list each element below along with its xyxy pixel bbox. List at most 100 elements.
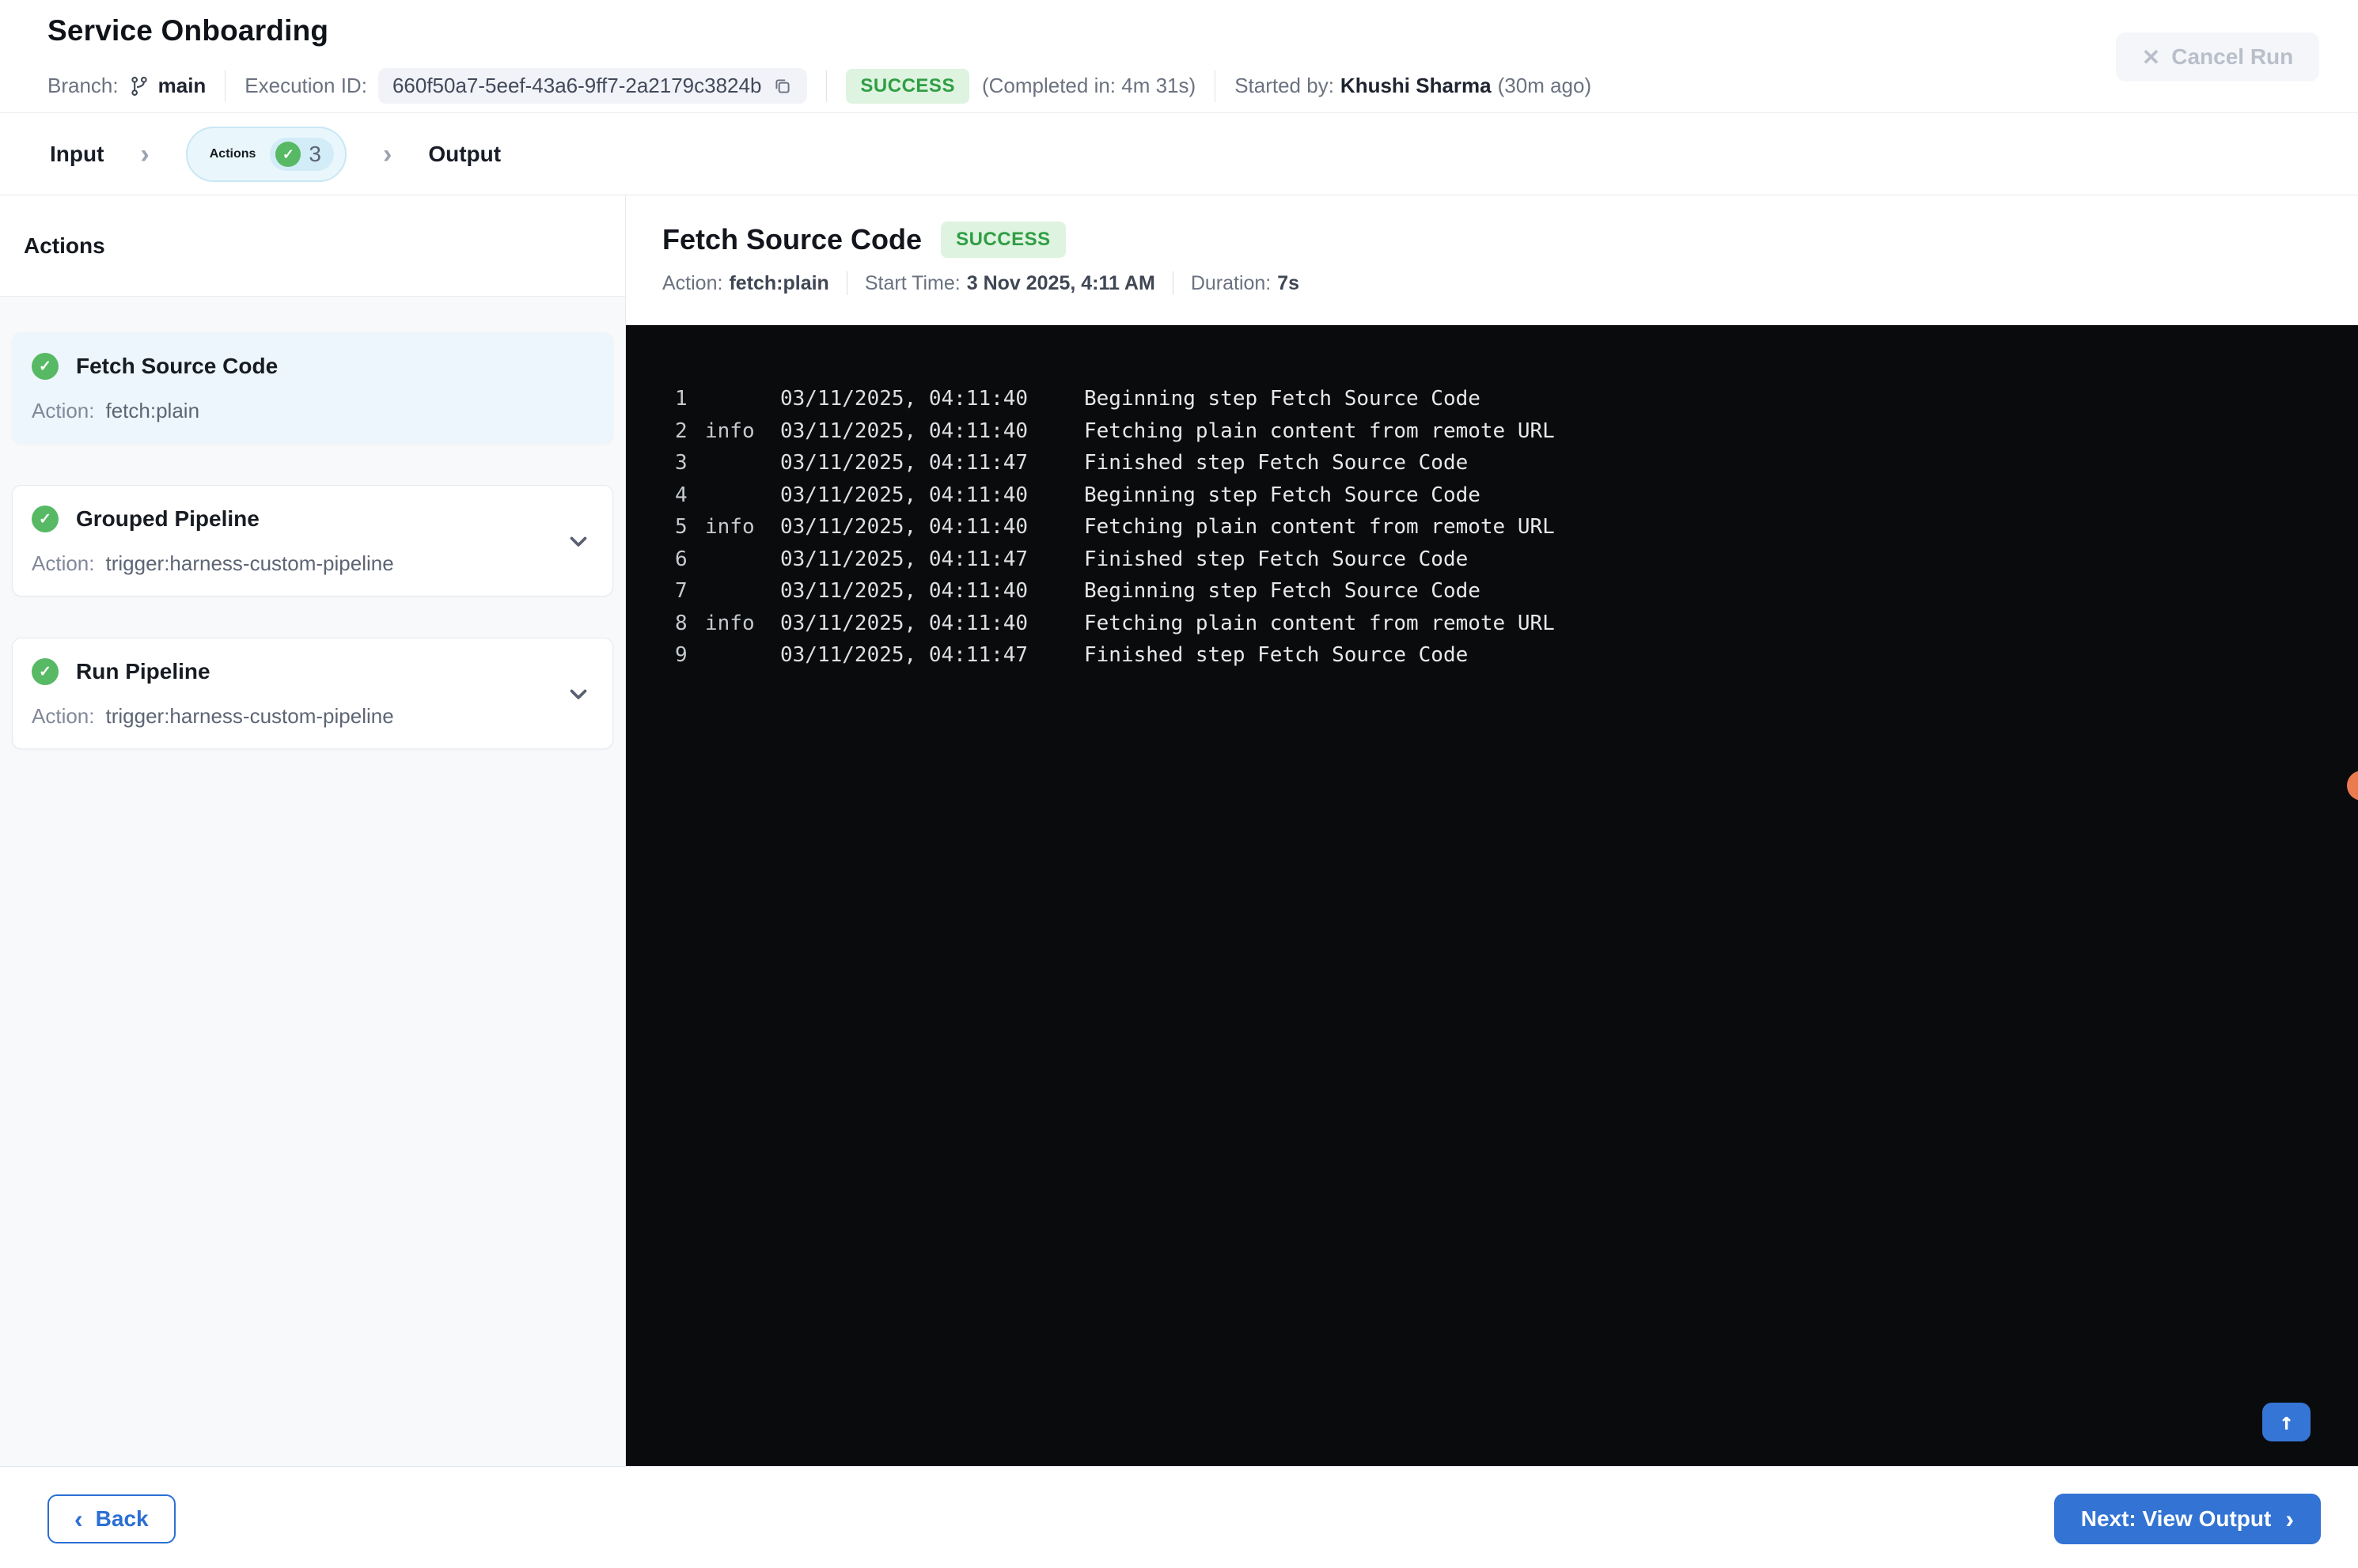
log-line: 1 03/11/2025, 04:11:40 Beginning step Fetc…: [675, 383, 2358, 415]
action-card-meta: Action: trigger:harness-custom-pipeline: [32, 704, 593, 729]
log-level: [705, 479, 780, 512]
log-timestamp: 03/11/2025, 04:11:47: [780, 451, 1029, 475]
log-line-number: 6: [675, 547, 688, 571]
detail-title: Fetch Source Code: [662, 223, 923, 256]
chevron-right-icon: ›: [383, 139, 392, 169]
log-message: Fetching plain content from remote URL: [1084, 419, 1555, 443]
step-output[interactable]: Output: [428, 142, 501, 167]
branch-label: Branch:: [47, 74, 119, 97]
log-level: [705, 447, 780, 479]
log-line: 5 info 03/11/2025, 04:11:40 Fetching plain …: [675, 511, 2358, 543]
step-input[interactable]: Input: [50, 142, 104, 167]
log-line: 2 info 03/11/2025, 04:11:40 Fetching plain …: [675, 415, 2358, 448]
status-badge: SUCCESS: [846, 68, 969, 104]
sidebar-heading: Actions: [0, 195, 625, 297]
step-actions-label: Actions: [209, 147, 256, 161]
success-check-icon: ✓: [32, 506, 59, 532]
action-card-title: Fetch Source Code: [76, 354, 279, 378]
execution-id-value: 660f50a7-5eef-43a6-9ff7-2a2179c3824b: [392, 74, 762, 97]
chevron-right-icon: ›: [140, 139, 150, 169]
copy-icon[interactable]: [772, 76, 793, 97]
action-label: Action:: [32, 704, 95, 728]
log-message: Finished step Fetch Source Code: [1084, 547, 1469, 571]
log-console[interactable]: 1 03/11/2025, 04:11:40 Beginning step Fetc…: [626, 325, 2358, 1466]
actions-list: ✓ Fetch Source Code Action: fetch:plain ✓…: [0, 297, 625, 1466]
next-view-output-button[interactable]: Next: View Output ›: [2053, 1494, 2321, 1544]
execution-id-pill: 660f50a7-5eef-43a6-9ff7-2a2179c3824b: [377, 68, 808, 104]
log-line-number: 3: [675, 451, 688, 475]
execution-id-label: Execution ID:: [245, 74, 367, 97]
detail-status-badge: SUCCESS: [941, 222, 1066, 258]
action-card-meta: Action: trigger:harness-custom-pipeline: [32, 551, 593, 576]
branch-name: main: [157, 74, 207, 97]
started-by-label: Started by:: [1234, 74, 1334, 97]
log-timestamp: 03/11/2025, 04:11:40: [780, 419, 1029, 443]
step-actions-count: 3: [309, 142, 321, 166]
cancel-run-button[interactable]: ✕ Cancel Run: [2116, 32, 2319, 81]
action-value: fetch:plain: [105, 399, 200, 422]
action-value: trigger:harness-custom-pipeline: [105, 551, 394, 575]
card-title-row: ✓ Grouped Pipeline: [32, 506, 593, 532]
log-timestamp: 03/11/2025, 04:11:47: [780, 643, 1029, 667]
action-card-run-pipeline[interactable]: ✓ Run Pipeline Action: trigger:harness-cu…: [12, 638, 613, 749]
detail-start-label: Start Time:: [864, 271, 961, 294]
stepper: Input › Actions ✓ 3 › Output: [0, 114, 2358, 195]
log-message: Fetching plain content from remote URL: [1084, 611, 1555, 635]
log-level: [705, 575, 780, 608]
arrow-up-icon: ↑: [2279, 1408, 2294, 1436]
back-button[interactable]: ‹ Back: [47, 1494, 176, 1543]
log-line-number: 9: [675, 643, 688, 667]
card-title-row: ✓ Run Pipeline: [32, 658, 593, 685]
step-actions-count-pill: ✓ 3: [270, 138, 334, 171]
detail-action-label: Action:: [662, 271, 723, 294]
footer-bar: ‹ Back Next: View Output ›: [0, 1466, 2358, 1568]
action-value: trigger:harness-custom-pipeline: [105, 704, 394, 728]
detail-duration-label: Duration:: [1190, 271, 1272, 294]
log-line: 8 info 03/11/2025, 04:11:40 Fetching plain …: [675, 608, 2358, 640]
chevron-left-icon: ‹: [74, 1505, 83, 1533]
log-line-number: 5: [675, 515, 688, 539]
log-line-number: 4: [675, 483, 688, 507]
log-timestamp: 03/11/2025, 04:11:40: [780, 515, 1029, 539]
actions-sidebar: Actions ✓ Fetch Source Code Action: fetch…: [0, 195, 626, 1466]
log-message: Beginning step Fetch Source Code: [1084, 579, 1480, 603]
log-line-number: 2: [675, 419, 688, 443]
log-message: Beginning step Fetch Source Code: [1084, 483, 1480, 507]
action-label: Action:: [32, 551, 95, 575]
scroll-to-top-button[interactable]: ↑: [2262, 1403, 2311, 1441]
step-actions[interactable]: Actions ✓ 3: [185, 127, 347, 182]
started-by-name: Khushi Sharma: [1340, 74, 1492, 97]
divider: [225, 70, 226, 102]
log-line: 4 03/11/2025, 04:11:40 Beginning step Fetc…: [675, 479, 2358, 512]
log-level: [705, 639, 780, 672]
log-message: Beginning step Fetch Source Code: [1084, 387, 1480, 411]
action-card-grouped-pipeline[interactable]: ✓ Grouped Pipeline Action: trigger:harnes…: [12, 485, 613, 597]
card-title-row: ✓ Fetch Source Code: [32, 353, 593, 380]
log-timestamp: 03/11/2025, 04:11:40: [780, 483, 1029, 507]
chevron-down-icon[interactable]: [565, 528, 592, 555]
cancel-run-label: Cancel Run: [2171, 44, 2294, 69]
detail-start-value: 3 Nov 2025, 4:11 AM: [966, 271, 1155, 294]
log-lines: 1 03/11/2025, 04:11:40 Beginning step Fetc…: [626, 325, 2358, 672]
detail-title-row: Fetch Source Code SUCCESS: [662, 222, 2358, 258]
log-message: Finished step Fetch Source Code: [1084, 451, 1469, 475]
chevron-down-icon[interactable]: [565, 680, 592, 707]
log-level: info: [705, 515, 755, 539]
detail-action-value: fetch:plain: [729, 271, 829, 294]
action-label: Action:: [32, 399, 95, 422]
step-detail-header: Fetch Source Code SUCCESS Action: fetch:p…: [627, 195, 2358, 325]
git-branch-icon: [128, 75, 150, 97]
log-line-number: 7: [675, 579, 688, 603]
log-timestamp: 03/11/2025, 04:11:47: [780, 547, 1029, 571]
log-line: 9 03/11/2025, 04:11:47 Finished step Fetch…: [675, 639, 2358, 672]
log-line-number: 8: [675, 611, 688, 635]
detail-meta-row: Action: fetch:plain Start Time: 3 Nov 2025…: [662, 271, 2358, 295]
log-line: 3 03/11/2025, 04:11:47 Finished step Fetch…: [675, 447, 2358, 479]
action-card-fetch-source-code[interactable]: ✓ Fetch Source Code Action: fetch:plain: [12, 332, 613, 444]
success-check-icon: ✓: [32, 353, 59, 380]
page-title: Service Onboarding: [47, 14, 329, 47]
log-line: 7 03/11/2025, 04:11:40 Beginning step Fetc…: [675, 575, 2358, 608]
log-level: info: [705, 419, 755, 443]
detail-duration-value: 7s: [1277, 271, 1300, 294]
log-message: Fetching plain content from remote URL: [1084, 515, 1555, 539]
